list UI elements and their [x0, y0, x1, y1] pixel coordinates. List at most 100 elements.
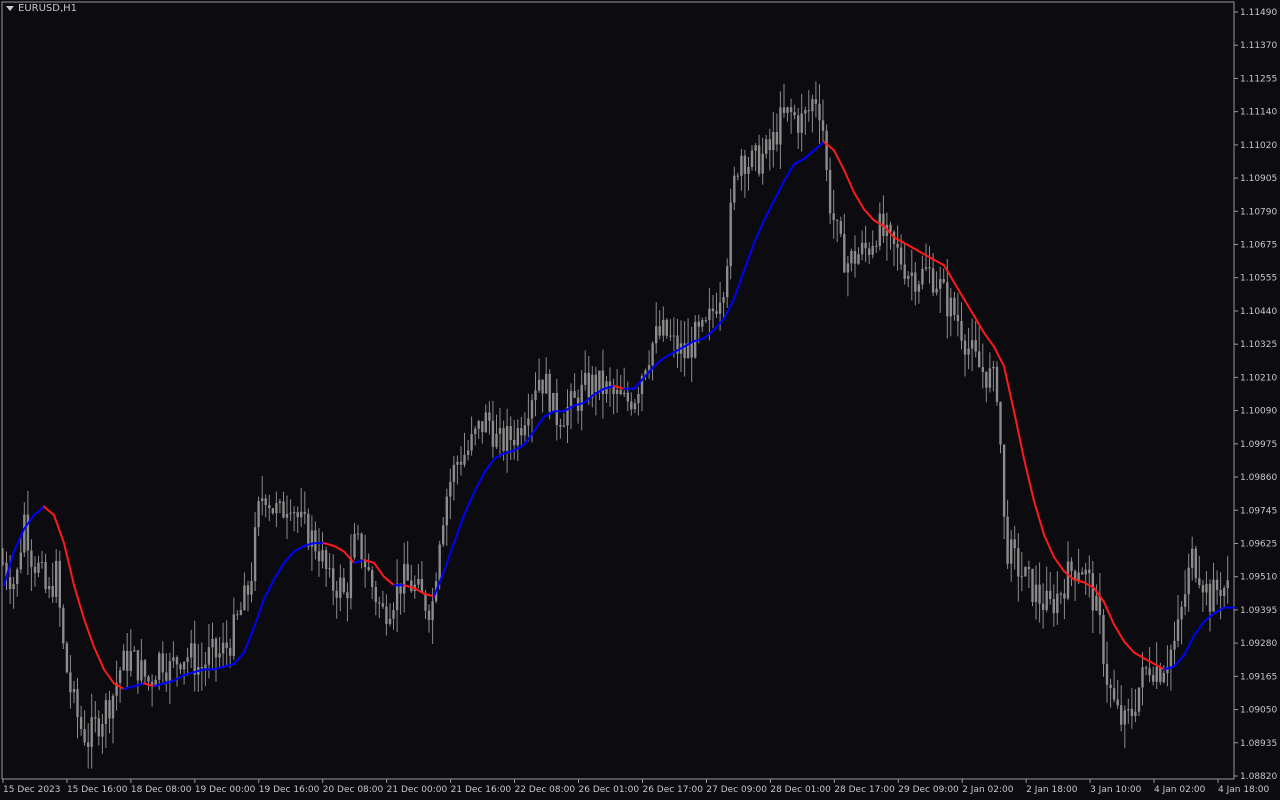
candle-body: [754, 145, 757, 151]
candle-body: [221, 642, 225, 654]
candle-body: [214, 638, 218, 658]
candle-body: [1077, 572, 1080, 581]
candle-body: [726, 266, 729, 298]
candle-body: [786, 107, 789, 113]
candle-body: [995, 366, 999, 402]
candle-body: [878, 213, 881, 246]
candle-body: [395, 583, 399, 611]
candle-body: [94, 717, 97, 719]
candle-body: [530, 400, 534, 419]
candle-body: [1226, 580, 1229, 589]
candle-body: [403, 564, 406, 594]
candle-body: [278, 501, 282, 504]
candle-body: [899, 247, 903, 265]
candle-body: [1105, 663, 1109, 685]
symbol-timeframe-label[interactable]: EURUSD,H1: [6, 3, 77, 14]
candle-body: [108, 700, 111, 719]
candle-body: [300, 511, 303, 518]
candle-body: [314, 530, 317, 552]
y-tick-label: 1.09050: [1240, 706, 1277, 716]
candle-body: [811, 99, 814, 112]
candle-body: [559, 425, 562, 427]
candle-body: [701, 320, 704, 327]
candle-body: [104, 700, 108, 724]
candle-body: [381, 603, 385, 607]
candle-body: [697, 321, 700, 327]
candle-body: [466, 450, 470, 455]
candle-body: [1038, 584, 1041, 604]
candle-body: [850, 251, 853, 264]
candle-body: [821, 120, 825, 131]
candle-body: [651, 343, 654, 366]
candle-body: [1013, 539, 1016, 549]
candle-body: [516, 428, 519, 446]
y-tick-label: 1.10210: [1240, 373, 1277, 383]
candle-body: [956, 315, 960, 322]
candle-body: [158, 653, 161, 680]
candle-body: [72, 689, 76, 693]
chart-area[interactable]: 1.11490 1.11370 1.11255 1.11140 1.11020 1.109…: [0, 0, 1280, 800]
candle-body: [1027, 567, 1031, 570]
candle-body: [527, 418, 530, 426]
candle-body: [40, 562, 44, 563]
candle-body: [953, 297, 956, 315]
candle-body: [931, 268, 935, 293]
candle-body: [1070, 561, 1073, 571]
candle-body: [594, 374, 597, 393]
candle-body: [246, 585, 250, 595]
candle-body: [804, 110, 807, 114]
candle-body: [868, 248, 871, 255]
candle-body: [136, 650, 140, 681]
candle-body: [1187, 567, 1190, 595]
candle-body: [924, 267, 928, 269]
candle-body: [8, 577, 12, 589]
candle-body: [974, 340, 977, 352]
candle-body: [789, 107, 793, 112]
candle-body: [342, 577, 345, 593]
candle-body: [718, 302, 722, 314]
candle-body: [782, 107, 786, 113]
candle-body: [51, 586, 54, 597]
candle-body: [225, 642, 228, 648]
candle-body: [555, 393, 558, 425]
candle-body: [970, 340, 974, 349]
candle-body: [271, 508, 274, 514]
candle-body: [470, 434, 473, 451]
x-tick-label: 21 Dec 16:00: [451, 785, 512, 795]
candle-body: [1144, 667, 1148, 669]
candle-body: [917, 284, 921, 292]
x-tick-label: 15 Dec 16:00: [67, 785, 128, 795]
candle-body: [708, 308, 711, 321]
candle-body: [999, 401, 1002, 445]
candle-body: [1198, 578, 1201, 586]
candle-body: [1180, 606, 1183, 620]
y-tick-label: 1.09395: [1240, 606, 1277, 616]
candle-body: [729, 202, 732, 267]
candle-body: [715, 311, 718, 314]
candle-body: [871, 246, 874, 255]
candle-body: [87, 742, 90, 747]
candle-body: [584, 372, 587, 385]
y-tick-label: 1.10325: [1240, 340, 1277, 350]
candle-body: [633, 403, 637, 410]
candle-body: [33, 566, 37, 573]
candle-body: [1169, 649, 1173, 667]
candle-body: [978, 351, 981, 368]
candle-body: [477, 421, 480, 429]
candle-body: [1024, 567, 1027, 577]
candle-body: [797, 115, 800, 133]
y-tick-label: 1.11255: [1240, 74, 1277, 84]
candle-body: [118, 670, 122, 683]
candle-body: [818, 103, 821, 121]
x-tick-label: 2 Jan 18:00: [1026, 785, 1078, 795]
y-tick-label: 1.09860: [1240, 473, 1277, 483]
candle-body: [69, 672, 72, 693]
y-tick-label: 1.11370: [1240, 41, 1277, 51]
candle-body: [1127, 709, 1130, 711]
candle-body: [1123, 710, 1126, 725]
candle-body: [307, 513, 310, 547]
candle-body: [133, 650, 136, 652]
y-tick-label: 1.08935: [1240, 739, 1277, 749]
y-tick-label: 1.09625: [1240, 539, 1277, 549]
chart-background: [0, 0, 1280, 800]
